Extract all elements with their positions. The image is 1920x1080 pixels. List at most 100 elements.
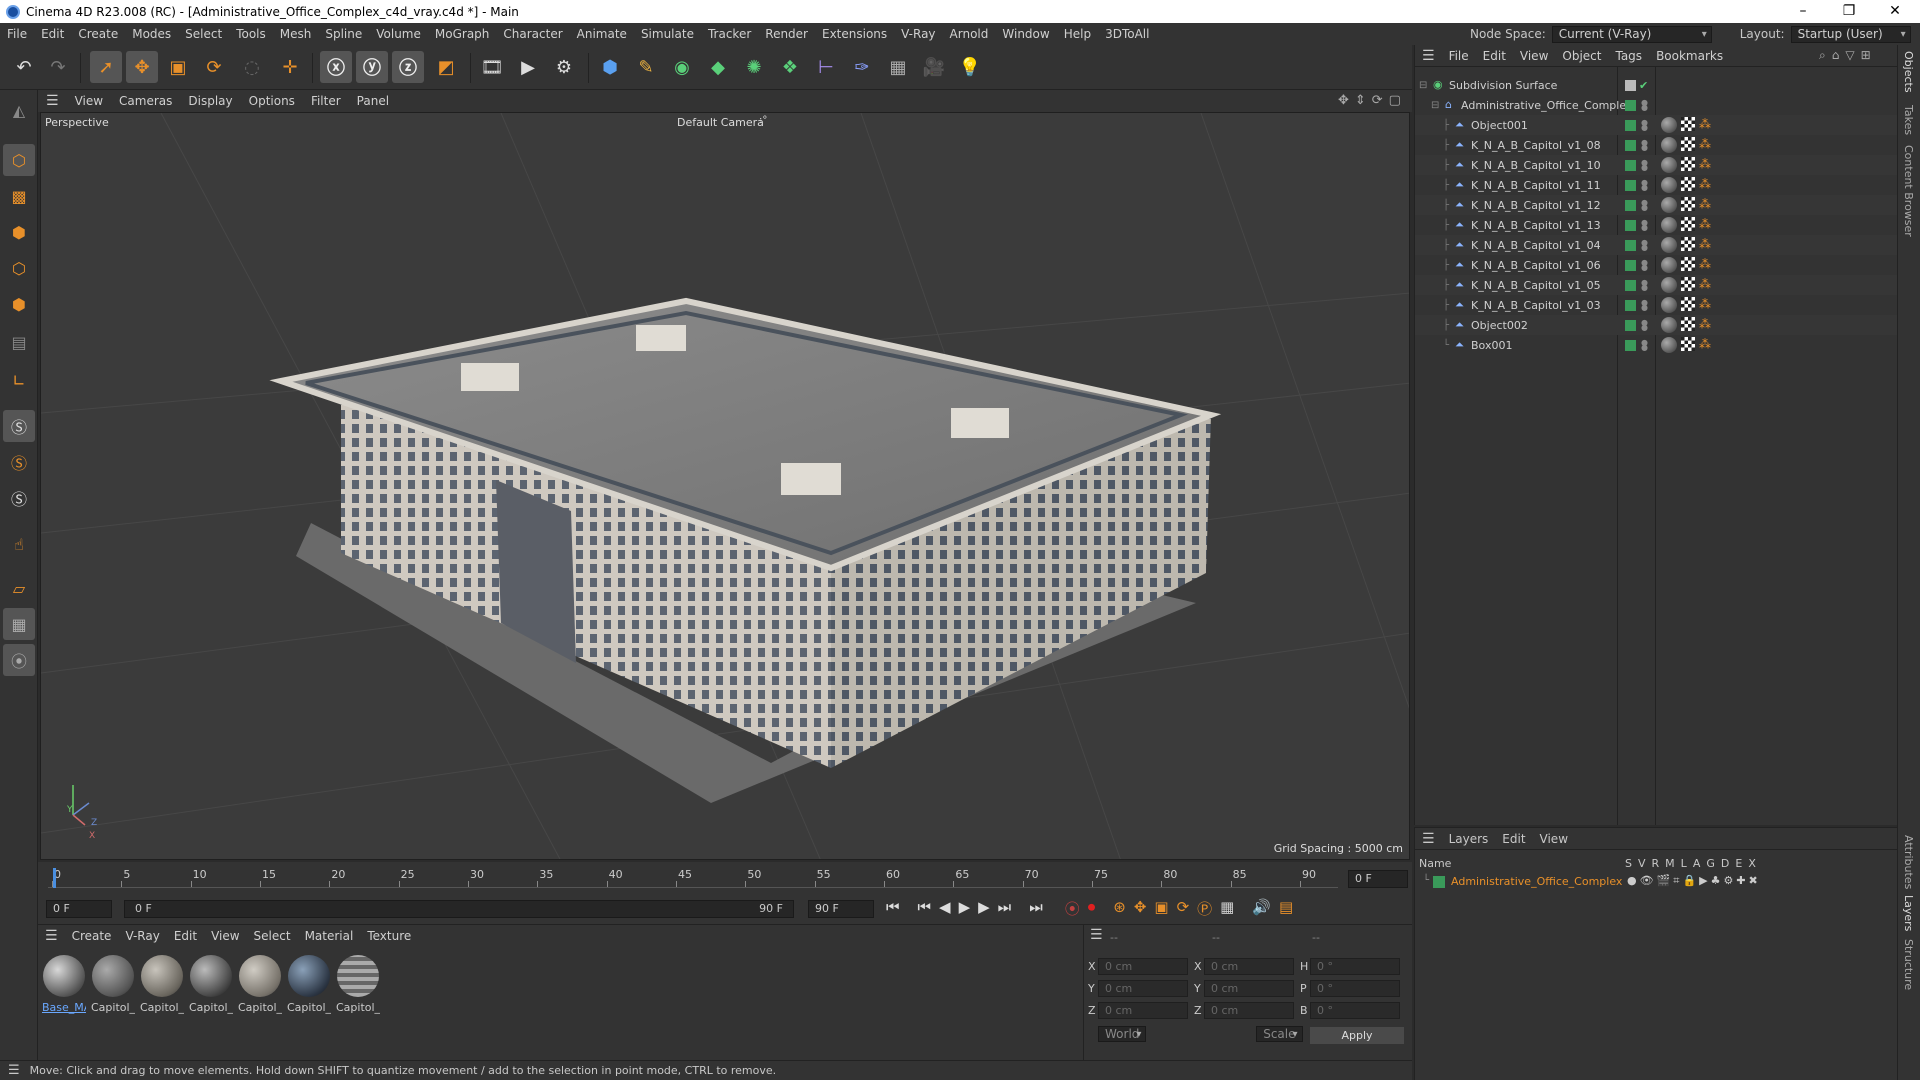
pen-spline-icon[interactable]: ✎: [630, 51, 662, 83]
axis-mode-icon[interactable]: ∟: [3, 364, 35, 396]
coordinates-hamburger-icon[interactable]: ☰: [1090, 927, 1103, 943]
key-scale-icon[interactable]: ▣: [1154, 898, 1168, 919]
object-row[interactable]: ├ ⏶ K_N_A_B_Capitol_v1_05 ● ● ⁂: [1415, 275, 1898, 295]
viewport-menu-cameras[interactable]: Cameras: [111, 94, 180, 108]
uvw-tag-icon[interactable]: [1681, 197, 1695, 211]
objects-menu-view[interactable]: View: [1513, 49, 1555, 63]
visibility-dots-icon[interactable]: ● ●: [1641, 299, 1648, 312]
rotation-b-field[interactable]: 0 °: [1310, 1002, 1400, 1019]
tab-structure[interactable]: Structure: [1902, 939, 1915, 990]
layers-menu-view[interactable]: View: [1533, 832, 1575, 846]
key-rotation-icon[interactable]: ⟳: [1177, 898, 1190, 919]
field-icon[interactable]: ✑: [846, 51, 878, 83]
material-tag-icon[interactable]: [1661, 257, 1677, 273]
uvw-tag-icon[interactable]: [1681, 337, 1695, 351]
redo-icon[interactable]: ↷: [42, 51, 74, 83]
floor-scene-icon[interactable]: ▦: [882, 51, 914, 83]
grid-workplane-icon[interactable]: ▦: [3, 608, 35, 640]
viewport-menu-filter[interactable]: Filter: [303, 94, 349, 108]
menu-animate[interactable]: Animate: [570, 27, 634, 41]
deformer-icon[interactable]: ⊢: [810, 51, 842, 83]
menu-tracker[interactable]: Tracker: [701, 27, 758, 41]
max-frame-field[interactable]: 90 F: [808, 900, 874, 918]
uvw-tag-icon[interactable]: [1681, 277, 1695, 291]
tab-attributes[interactable]: Attributes: [1902, 835, 1915, 889]
minimize-button[interactable]: –: [1780, 0, 1826, 23]
menu-edit[interactable]: Edit: [34, 27, 71, 41]
layer-flag-xref[interactable]: X: [1748, 857, 1756, 870]
next-frame-icon[interactable]: ▶: [978, 898, 990, 919]
material-menu-material[interactable]: Material: [298, 929, 361, 943]
camera-icon[interactable]: 🎥: [918, 51, 950, 83]
object-row[interactable]: ├ ⏶ K_N_A_B_Capitol_v1_10 ● ● ⁂: [1415, 155, 1898, 175]
layer-flag-expressions[interactable]: E: [1735, 857, 1742, 870]
visibility-dots-icon[interactable]: ● ●: [1641, 119, 1648, 132]
timeline-end-field[interactable]: 0 F: [1348, 870, 1408, 888]
phong-tag-icon[interactable]: ⁂: [1699, 277, 1711, 291]
objects-menu-file[interactable]: File: [1442, 49, 1476, 63]
menu-volume[interactable]: Volume: [369, 27, 428, 41]
workplane-icon[interactable]: ▱: [3, 572, 35, 604]
viewport-menu-display[interactable]: Display: [180, 94, 240, 108]
visibility-dots-icon[interactable]: ● ●: [1641, 99, 1648, 112]
render-picture-viewer-icon[interactable]: ▶: [512, 51, 544, 83]
visibility-dots-icon[interactable]: ● ●: [1641, 199, 1648, 212]
uvw-tag-icon[interactable]: [1681, 257, 1695, 271]
render-view-icon[interactable]: 🎞: [476, 51, 508, 83]
locked-workplane-icon[interactable]: ⦿: [3, 644, 35, 676]
position-z-field[interactable]: 0 cm: [1098, 1002, 1188, 1019]
snap-icon[interactable]: Ⓢ: [3, 410, 35, 442]
subdivision-generator-icon[interactable]: ◉: [666, 51, 698, 83]
uvw-tag-icon[interactable]: [1681, 117, 1695, 131]
layer-flag-view[interactable]: V: [1638, 857, 1646, 870]
visibility-dots-icon[interactable]: ● ●: [1641, 159, 1648, 172]
go-to-end-icon[interactable]: ⏭: [1029, 898, 1043, 919]
tab-takes[interactable]: Takes: [1902, 105, 1915, 135]
menu-character[interactable]: Character: [496, 27, 569, 41]
key-pla-icon[interactable]: ▦: [1220, 898, 1234, 919]
objects-hamburger-icon[interactable]: ☰: [1415, 48, 1442, 64]
tab-content-browser[interactable]: Content Browser: [1902, 145, 1915, 237]
material-tag-icon[interactable]: [1661, 297, 1677, 313]
viewport-navigation-icons[interactable]: ✥⇕⟳▢: [1338, 93, 1407, 108]
menu-select[interactable]: Select: [178, 27, 229, 41]
z-axis-lock-icon[interactable]: ⓩ: [392, 51, 424, 83]
menu-simulate[interactable]: Simulate: [634, 27, 701, 41]
size-mode-dropdown[interactable]: Scale: [1256, 1026, 1303, 1042]
timeline-window-icon[interactable]: ▤: [1279, 898, 1293, 919]
rotate-tool-icon[interactable]: ⟳: [198, 51, 230, 83]
visibility-dots-icon[interactable]: ● ●: [1641, 179, 1648, 192]
visibility-dots-icon[interactable]: ● ●: [1641, 319, 1648, 332]
scale-tool-icon[interactable]: ▣: [162, 51, 194, 83]
menu-create[interactable]: Create: [71, 27, 125, 41]
uvw-tag-icon[interactable]: [1681, 157, 1695, 171]
material-menu-select[interactable]: Select: [247, 929, 298, 943]
uvw-tag-icon[interactable]: [1681, 317, 1695, 331]
frame-range-slider[interactable]: 0 F 90 F: [124, 900, 794, 918]
phong-tag-icon[interactable]: ⁂: [1699, 197, 1711, 211]
uvw-tag-icon[interactable]: [1681, 137, 1695, 151]
objects-menu-bookmarks[interactable]: Bookmarks: [1649, 49, 1730, 63]
material-swatch[interactable]: Capitol_: [238, 955, 282, 1021]
material-tag-icon[interactable]: [1661, 217, 1677, 233]
quantize-icon[interactable]: Ⓢ: [3, 482, 35, 514]
close-button[interactable]: ✕: [1872, 0, 1918, 23]
material-tag-icon[interactable]: [1661, 237, 1677, 253]
next-key-icon[interactable]: ⏭: [998, 898, 1012, 919]
visibility-dots-icon[interactable]: ● ●: [1641, 259, 1648, 272]
viewport-menu-view[interactable]: View: [67, 94, 111, 108]
mograph-effector-icon[interactable]: ❖: [774, 51, 806, 83]
keyframe-selection-icon[interactable]: ⊛: [1113, 898, 1126, 919]
playhead[interactable]: [53, 868, 56, 888]
material-tag-icon[interactable]: [1661, 197, 1677, 213]
material-swatch[interactable]: Capitol_: [91, 955, 135, 1021]
make-editable-icon[interactable]: ◭: [3, 94, 35, 126]
phong-tag-icon[interactable]: ⁂: [1699, 137, 1711, 151]
layer-flag-render[interactable]: R: [1652, 857, 1660, 870]
layer-flag-solo[interactable]: S: [1625, 857, 1632, 870]
material-menu-view[interactable]: View: [204, 929, 246, 943]
menu-file[interactable]: File: [0, 27, 34, 41]
menu-mesh[interactable]: Mesh: [273, 27, 319, 41]
visibility-dots-icon[interactable]: ● ●: [1641, 279, 1648, 292]
menu-extensions[interactable]: Extensions: [815, 27, 894, 41]
